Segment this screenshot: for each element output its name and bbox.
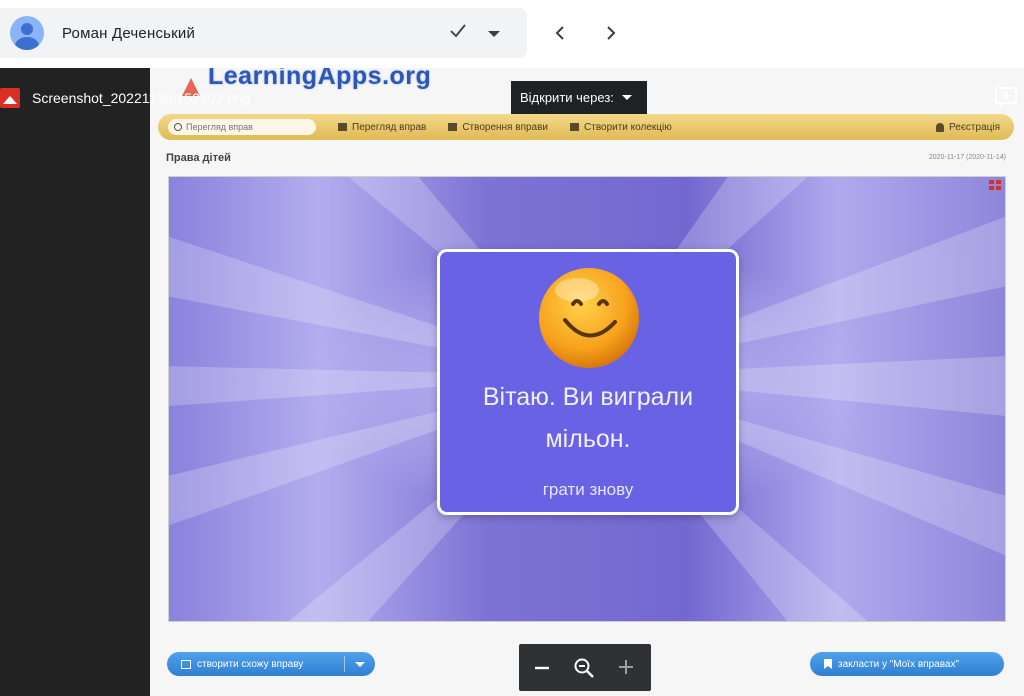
zoom-reset-icon[interactable] bbox=[573, 657, 595, 679]
caret-down-icon[interactable] bbox=[488, 31, 500, 37]
register-link: Реєстрація bbox=[936, 122, 1000, 133]
replay-link: грати знову bbox=[542, 480, 634, 499]
zoom-out-icon[interactable] bbox=[533, 659, 551, 677]
user-icon bbox=[936, 122, 945, 132]
preview-image: LearningApps.org Перегляд вправ Перегляд… bbox=[150, 68, 1024, 696]
viewer-left-strip bbox=[0, 68, 150, 696]
search-placeholder: Перегляд вправ bbox=[186, 122, 253, 132]
create-similar-button: створити схожу вправу bbox=[167, 652, 375, 676]
check-icon bbox=[450, 24, 466, 38]
search-input: Перегляд вправ bbox=[168, 119, 316, 135]
image-file-icon bbox=[0, 88, 20, 108]
avatar[interactable] bbox=[10, 16, 44, 50]
fullscreen-icon bbox=[989, 180, 1001, 190]
search-icon bbox=[174, 123, 182, 131]
browse-apps-link: Перегляд вправ bbox=[338, 122, 426, 133]
bookmark-icon bbox=[824, 659, 832, 669]
drive-preview-window: Роман Деченський LearningApps.org Перегл… bbox=[0, 0, 1024, 696]
file-title: Screenshot_20221130-152302.png bbox=[0, 86, 250, 110]
learningapps-toolbar: Перегляд вправ Перегляд вправ Створення … bbox=[158, 114, 1014, 140]
edit-icon bbox=[181, 659, 191, 669]
win-message-card: Вітаю. Ви виграли мільон. грати знову bbox=[437, 249, 739, 515]
account-switcher[interactable]: Роман Деченський bbox=[0, 8, 527, 58]
win-message: Вітаю. Ви виграли мільон. bbox=[482, 383, 694, 453]
create-app-link: Створення вправи bbox=[448, 122, 548, 133]
collection-icon bbox=[570, 123, 580, 131]
bookmark-button: закласти у "Моїх вправах" bbox=[810, 652, 1004, 676]
chevron-right-icon[interactable] bbox=[602, 24, 620, 42]
add-to-drive-icon[interactable] bbox=[994, 86, 1018, 108]
account-name: Роман Деченський bbox=[62, 25, 196, 42]
app-frame: Вітаю. Ви виграли мільон. грати знову bbox=[168, 176, 1006, 622]
chevron-left-icon[interactable] bbox=[551, 24, 569, 42]
grid-icon bbox=[338, 123, 347, 131]
caret-down-icon bbox=[355, 662, 365, 667]
create-collection-link: Створити колекцію bbox=[570, 122, 672, 133]
page-title: Права дітей bbox=[166, 152, 231, 164]
zoom-in-icon[interactable] bbox=[617, 658, 635, 676]
zoom-controls bbox=[519, 644, 651, 691]
pencil-icon bbox=[448, 123, 458, 131]
open-with-button[interactable]: Відкрити через: bbox=[511, 81, 647, 114]
smiley-icon bbox=[539, 268, 639, 368]
page-date: 2020-11-17 (2020-11-14) bbox=[928, 154, 1006, 161]
file-name: Screenshot_20221130-152302.png bbox=[32, 90, 251, 106]
caret-down-icon bbox=[621, 95, 632, 100]
